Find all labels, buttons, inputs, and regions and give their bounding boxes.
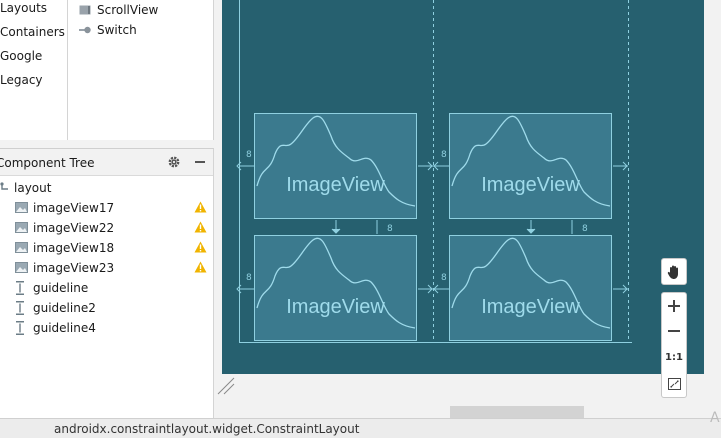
margin-label: 8 xyxy=(441,150,447,160)
image-icon xyxy=(15,262,28,273)
zoom-out-button[interactable] xyxy=(661,318,687,345)
imageview-17[interactable]: ImageView xyxy=(254,113,417,219)
minimize-icon[interactable] xyxy=(193,155,207,169)
horizontal-scrollbar[interactable] xyxy=(450,406,584,418)
image-placeholder-icon xyxy=(451,115,611,207)
switch-icon xyxy=(79,26,91,34)
gear-icon[interactable] xyxy=(167,155,181,169)
warning-icon[interactable] xyxy=(194,241,207,253)
blueprint-view[interactable]: 8 8 8 8 8 8 ImageView ImageView ImageVie… xyxy=(222,0,704,374)
tree-item-guideline2[interactable]: guideline2 xyxy=(0,298,213,318)
fit-screen-icon xyxy=(667,377,681,390)
category-layouts[interactable]: Layouts xyxy=(0,1,47,15)
tree-item-imageview22[interactable]: imageView22 xyxy=(0,218,213,238)
category-google[interactable]: Google xyxy=(0,49,42,63)
tree-item-imageview23[interactable]: imageView23 xyxy=(0,258,213,278)
selected-layout-class: androidx.constraintlayout.widget.Constra… xyxy=(54,422,360,436)
component-tree-panel: Component Tree layout imageView17 imageV… xyxy=(0,148,214,419)
plus-icon xyxy=(668,299,680,312)
pan-button[interactable] xyxy=(661,258,687,285)
palette-item-label: Switch xyxy=(97,23,137,37)
imageview-label: ImageView xyxy=(481,174,580,196)
tree-item-label: imageView23 xyxy=(33,261,115,275)
tree-item-label: guideline xyxy=(33,281,89,295)
tree-item-label: guideline2 xyxy=(33,301,96,315)
imageview-label: ImageView xyxy=(481,296,580,318)
margin-label: 8 xyxy=(441,273,447,283)
guideline-icon xyxy=(16,301,24,315)
hand-icon xyxy=(667,265,678,279)
warning-icon[interactable] xyxy=(194,221,207,233)
tree-item-guideline4[interactable]: guideline4 xyxy=(0,318,213,338)
image-icon xyxy=(15,222,28,233)
status-bar: androidx.constraintlayout.widget.Constra… xyxy=(0,418,721,438)
margin-label: 8 xyxy=(387,224,393,234)
image-placeholder-icon xyxy=(256,237,416,329)
guideline-icon xyxy=(16,321,24,335)
palette-item-switch[interactable]: Switch xyxy=(79,23,137,37)
margin-label: 8 xyxy=(582,224,588,234)
tree-item-label: imageView17 xyxy=(33,201,115,215)
zoom-to-fit-button[interactable] xyxy=(661,370,687,398)
tree-item-imageview17[interactable]: imageView17 xyxy=(0,198,213,218)
component-tree-header: Component Tree xyxy=(0,149,213,176)
tree-item-label: imageView22 xyxy=(33,221,115,235)
guideline-icon xyxy=(16,281,24,295)
category-containers[interactable]: Containers xyxy=(0,25,65,39)
zoom-reset-button[interactable]: 1:1 xyxy=(661,344,687,371)
imageview-23[interactable]: ImageView xyxy=(449,235,612,341)
tree-item-imageview18[interactable]: imageView18 xyxy=(0,238,213,258)
palette-item-scrollview[interactable]: ScrollView xyxy=(79,3,158,17)
minus-icon xyxy=(668,330,680,332)
image-icon xyxy=(15,202,28,213)
margin-label: 8 xyxy=(246,273,252,283)
warning-icon[interactable] xyxy=(194,201,207,213)
category-legacy[interactable]: Legacy xyxy=(0,73,43,87)
image-placeholder-icon xyxy=(256,115,416,207)
margin-label: 8 xyxy=(246,150,252,160)
resize-handle-icon[interactable] xyxy=(216,376,236,396)
scrollview-icon xyxy=(79,5,91,15)
corner-glyph: A xyxy=(710,410,720,426)
tree-item-guideline[interactable]: guideline xyxy=(0,278,213,298)
tree-item-label: layout xyxy=(14,181,52,195)
palette-item-label: ScrollView xyxy=(97,3,159,17)
zoom-in-button[interactable] xyxy=(661,292,687,319)
imageview-18[interactable]: ImageView xyxy=(254,235,417,341)
imageview-label: ImageView xyxy=(286,174,385,196)
imageview-22[interactable]: ImageView xyxy=(449,113,612,219)
palette-panel: Layouts Containers Google Legacy ScrollV… xyxy=(0,0,214,140)
vertical-scrollbar-track[interactable] xyxy=(706,0,721,418)
tree-item-label: imageView18 xyxy=(33,241,115,255)
tree-item-layout[interactable]: layout xyxy=(0,178,213,198)
tree-item-label: guideline4 xyxy=(33,321,96,335)
imageview-label: ImageView xyxy=(286,296,385,318)
image-placeholder-icon xyxy=(451,237,611,329)
warning-icon[interactable] xyxy=(194,261,207,273)
palette-categories: Layouts Containers Google Legacy xyxy=(0,0,68,140)
tree-root-icon xyxy=(0,182,8,190)
component-tree-title: Component Tree xyxy=(0,156,95,170)
image-icon xyxy=(15,242,28,253)
